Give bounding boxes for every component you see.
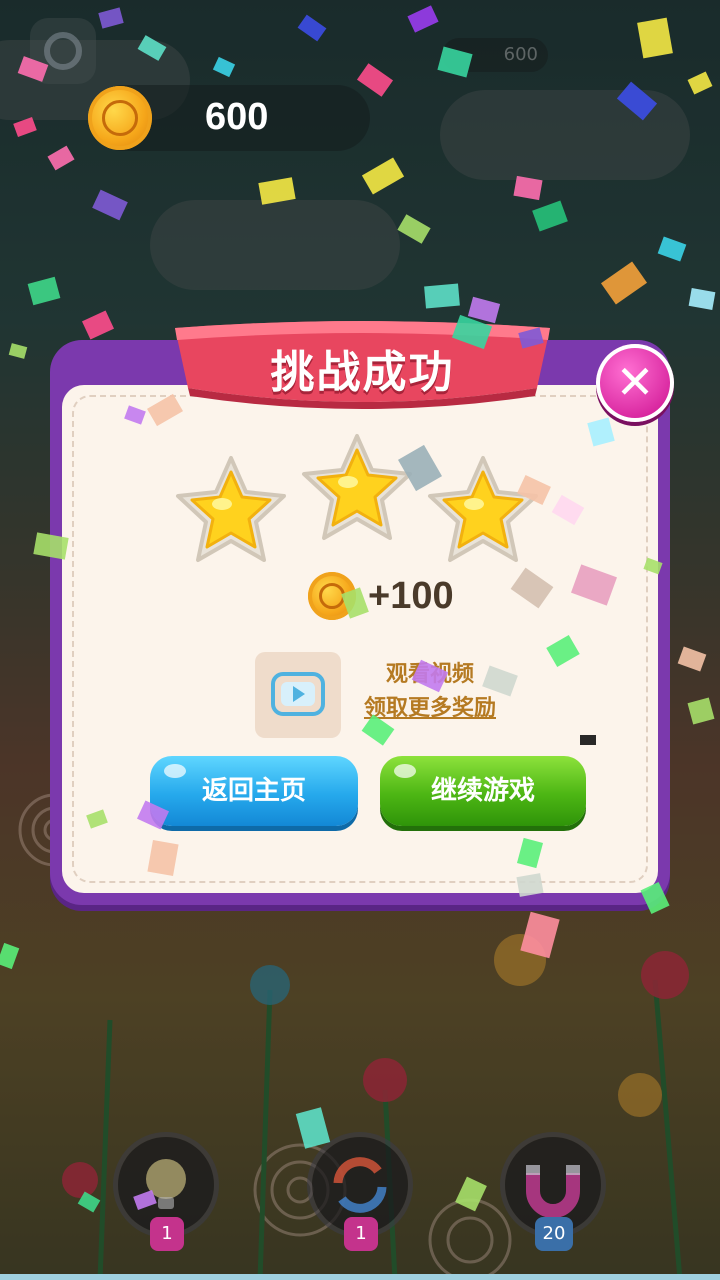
star-2-icon: [302, 434, 412, 540]
return-home-label: 返回主页: [201, 776, 306, 806]
button-shine: [164, 764, 186, 778]
tool-shuffle-count: 1: [344, 1217, 378, 1251]
close-icon: ✕: [615, 355, 655, 409]
return-home-button[interactable]: 返回主页: [150, 756, 358, 826]
tool-shuffle-button[interactable]: 1: [312, 1137, 408, 1251]
tool-magnet-button[interactable]: 20: [505, 1137, 601, 1251]
close-button[interactable]: ✕: [596, 344, 674, 422]
settings-button[interactable]: [30, 18, 96, 84]
video-text-line2: 领取更多奖励: [363, 696, 496, 721]
video-text-line1: 观看视频: [385, 662, 474, 687]
coin-count: 600: [205, 96, 269, 138]
continue-game-button[interactable]: 继续游戏: [380, 756, 586, 826]
star-3-icon: [428, 456, 538, 562]
reward-amount: +100: [368, 575, 454, 617]
tool-magnet-count: 20: [535, 1217, 573, 1251]
tool-hint-button[interactable]: 1: [118, 1137, 214, 1251]
watch-video-button[interactable]: [255, 652, 341, 738]
tool-hint-count: 1: [150, 1217, 184, 1251]
coin-icon: [88, 86, 152, 150]
reward-coin-icon: [308, 572, 356, 620]
video-play-icon: [271, 672, 325, 716]
button-shine: [394, 764, 416, 778]
continue-game-label: 继续游戏: [430, 776, 535, 806]
star-1-icon: [176, 456, 286, 562]
dialog-title: 挑战成功: [270, 347, 455, 398]
ghost-coin-display: 600: [442, 38, 548, 72]
watch-video-link[interactable]: 观看视频 领取更多奖励: [350, 658, 510, 726]
gear-icon: [44, 32, 82, 70]
bottom-strip: [0, 1274, 720, 1280]
